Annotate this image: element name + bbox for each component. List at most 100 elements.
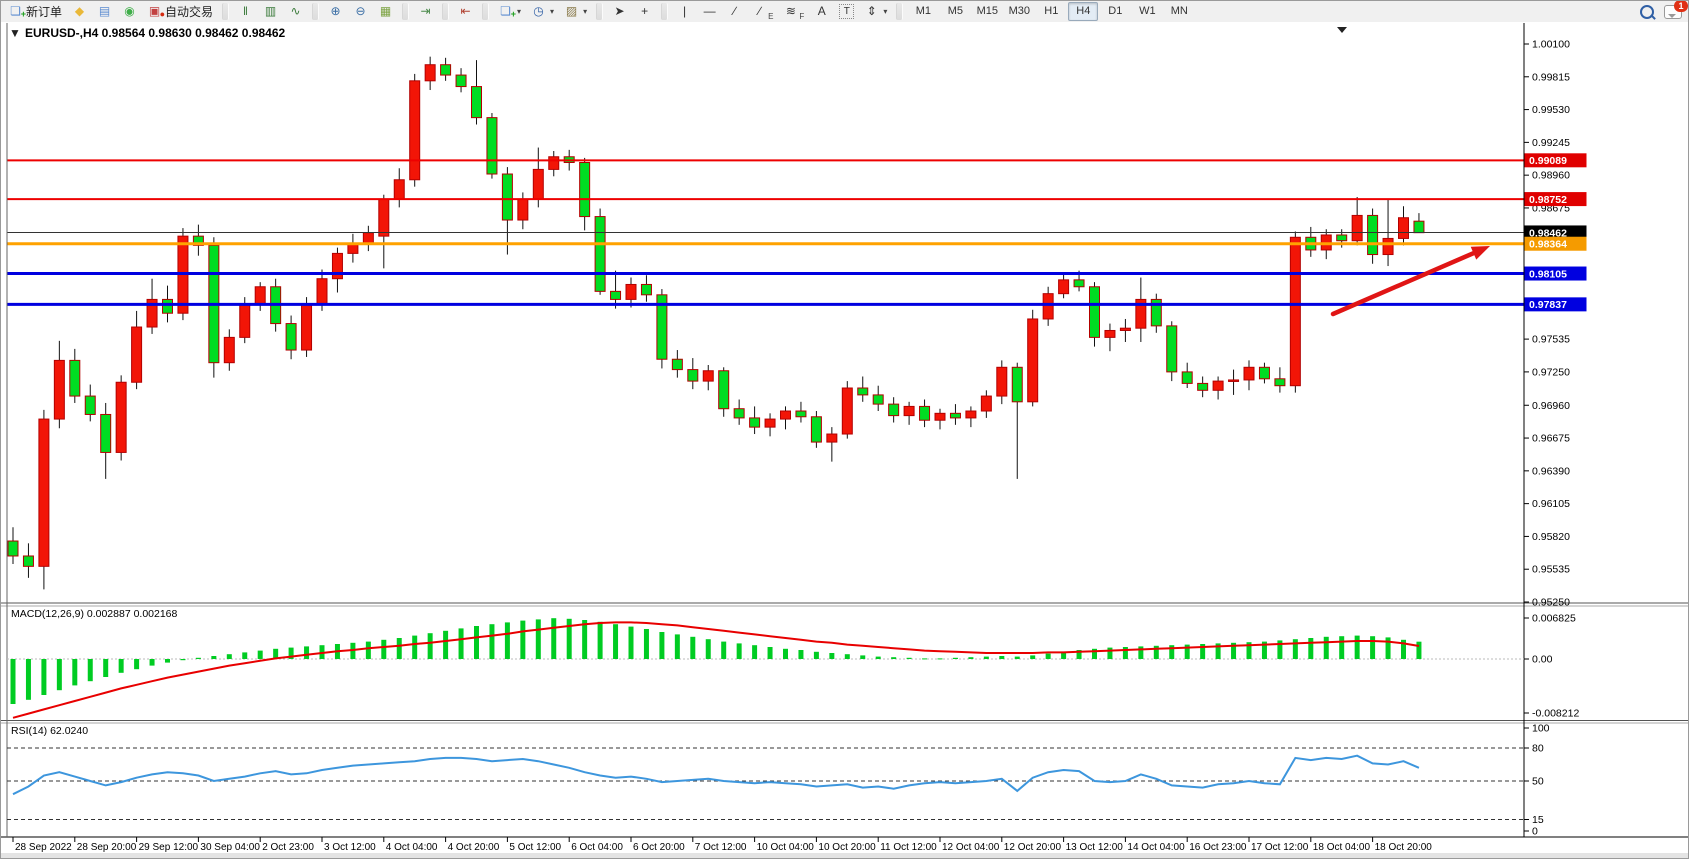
- auto-scroll-button[interactable]: ⇥: [414, 1, 437, 22]
- trendline-button[interactable]: ∕: [723, 1, 746, 22]
- time-label[interactable]: 17 Oct 12:00: [1251, 842, 1309, 853]
- timeframe-MN[interactable]: MN: [1164, 2, 1194, 21]
- candle-body: [1229, 380, 1239, 382]
- vertical-line-icon: |: [677, 4, 692, 19]
- toolbar-group-1: ‖▥∿: [231, 1, 310, 22]
- chat-icon[interactable]: 1: [1664, 5, 1682, 19]
- candle-body: [1244, 367, 1254, 380]
- time-label[interactable]: 29 Sep 12:00: [139, 842, 199, 853]
- timeframe-M30[interactable]: M30: [1004, 2, 1034, 21]
- candle-body: [1368, 215, 1378, 254]
- macd-hist-bar: [551, 618, 556, 659]
- macd-axis-label: 0.00: [1532, 654, 1553, 666]
- text-label-icon: T: [839, 4, 854, 19]
- channel-button[interactable]: ∕E: [748, 1, 777, 22]
- macd-hist-bar: [304, 646, 309, 659]
- navigator-button[interactable]: ◉: [118, 1, 141, 22]
- time-label[interactable]: 5 Oct 12:00: [509, 842, 561, 853]
- zoom-out-button[interactable]: ⊖: [349, 1, 372, 22]
- search-icon[interactable]: [1640, 5, 1654, 19]
- time-label[interactable]: 6 Oct 04:00: [571, 842, 623, 853]
- timeframe-M15[interactable]: M15: [972, 2, 1002, 21]
- chart-canvas[interactable]: 1.001000.998150.995300.992450.989600.986…: [1, 22, 1689, 859]
- new-chart-button[interactable]: ❏+▾: [494, 1, 525, 22]
- time-label[interactable]: 4 Oct 20:00: [448, 842, 500, 853]
- time-label[interactable]: 4 Oct 04:00: [386, 842, 438, 853]
- timeframe-D1[interactable]: D1: [1100, 2, 1130, 21]
- time-label[interactable]: 13 Oct 12:00: [1066, 842, 1124, 853]
- candle-body: [302, 304, 312, 350]
- time-label[interactable]: 12 Oct 04:00: [942, 842, 1000, 853]
- arrows-tool-button[interactable]: ⇕▾: [860, 1, 891, 22]
- arrows-tool-icon: ⇕: [864, 4, 879, 19]
- template-button[interactable]: ▨▾: [560, 1, 591, 22]
- candle-body: [1090, 287, 1100, 338]
- time-label[interactable]: 10 Oct 04:00: [757, 842, 815, 853]
- timeframe-H4[interactable]: H4: [1068, 2, 1098, 21]
- time-label[interactable]: 18 Oct 04:00: [1313, 842, 1371, 853]
- new-order-label: 新订单: [26, 3, 62, 20]
- candle-body: [240, 304, 250, 337]
- candle-body: [394, 180, 404, 200]
- time-label[interactable]: 16 Oct 23:00: [1189, 842, 1247, 853]
- fibonacci-button[interactable]: ≋F: [779, 1, 808, 22]
- candlestick-button[interactable]: ▥: [259, 1, 282, 22]
- timeframe-H1[interactable]: H1: [1036, 2, 1066, 21]
- macd-hist-bar: [520, 621, 525, 659]
- timeframe-M1[interactable]: M1: [908, 2, 938, 21]
- tile-windows-button[interactable]: ▦: [374, 1, 397, 22]
- time-label[interactable]: 14 Oct 04:00: [1127, 842, 1185, 853]
- vertical-line-button[interactable]: |: [673, 1, 696, 22]
- autotrade-button[interactable]: ▣●自动交易: [143, 1, 217, 22]
- time-label[interactable]: 18 Oct 20:00: [1375, 842, 1433, 853]
- text-label-button[interactable]: T: [835, 1, 858, 22]
- macd-hist-bar: [165, 659, 170, 663]
- market-watch-button[interactable]: ◆: [68, 1, 91, 22]
- horizontal-line-button[interactable]: —: [698, 1, 721, 22]
- time-label[interactable]: 30 Sep 04:00: [200, 842, 260, 853]
- time-label[interactable]: 2 Oct 23:00: [262, 842, 314, 853]
- timeframe-M5[interactable]: M5: [940, 2, 970, 21]
- time-label[interactable]: 7 Oct 12:00: [695, 842, 747, 853]
- data-window-button[interactable]: ▤: [93, 1, 116, 22]
- toolbar-group-7: |—∕∕E≋FAT⇕▾: [670, 1, 894, 22]
- bar-chart-button[interactable]: ‖: [234, 1, 257, 22]
- arrows-tool-icon-dropdown[interactable]: ▾: [883, 7, 887, 16]
- candle-body: [472, 87, 482, 118]
- time-label[interactable]: 12 Oct 20:00: [1004, 842, 1062, 853]
- candle-body: [580, 163, 590, 217]
- time-label[interactable]: 6 Oct 20:00: [633, 842, 685, 853]
- period-clock-icon-dropdown[interactable]: ▾: [550, 7, 554, 16]
- time-label[interactable]: 28 Sep 2022: [15, 842, 72, 853]
- data-window-icon: ▤: [97, 4, 112, 19]
- macd-hist-bar: [489, 624, 494, 659]
- new-chart-icon-dropdown[interactable]: ▾: [517, 7, 521, 16]
- macd-hist-bar: [938, 658, 943, 659]
- time-label[interactable]: 28 Sep 20:00: [77, 842, 137, 853]
- template-icon-dropdown[interactable]: ▾: [583, 7, 587, 16]
- zoom-in-button[interactable]: ⊕: [324, 1, 347, 22]
- macd-hist-bar: [814, 652, 819, 659]
- rsi-axis-label: 100: [1532, 723, 1550, 735]
- chart-dropdown-caret[interactable]: ▼: [9, 26, 21, 40]
- time-label[interactable]: 10 Oct 20:00: [818, 842, 876, 853]
- candle-body: [1182, 372, 1192, 384]
- text-button[interactable]: A: [810, 1, 833, 22]
- macd-hist-bar: [211, 656, 216, 659]
- new-order-button[interactable]: ❏+新订单: [4, 1, 66, 22]
- time-label[interactable]: 11 Oct 12:00: [880, 842, 937, 853]
- macd-hist-bar: [999, 656, 1004, 659]
- timeframe-W1[interactable]: W1: [1132, 2, 1162, 21]
- price-badge-label: 0.98752: [1529, 194, 1567, 206]
- time-label[interactable]: 3 Oct 12:00: [324, 842, 376, 853]
- line-chart-button[interactable]: ∿: [284, 1, 307, 22]
- chart-shift-button[interactable]: ⇤: [454, 1, 477, 22]
- crosshair-button[interactable]: +: [633, 1, 656, 22]
- cursor-button[interactable]: ➤: [608, 1, 631, 22]
- macd-axis-label: 0.006825: [1532, 613, 1576, 625]
- candle-body: [348, 244, 358, 253]
- price-tick-label: 0.96675: [1532, 433, 1570, 445]
- period-clock-button[interactable]: ◷▾: [527, 1, 558, 22]
- candle-body: [889, 404, 899, 416]
- candle-body: [626, 284, 636, 299]
